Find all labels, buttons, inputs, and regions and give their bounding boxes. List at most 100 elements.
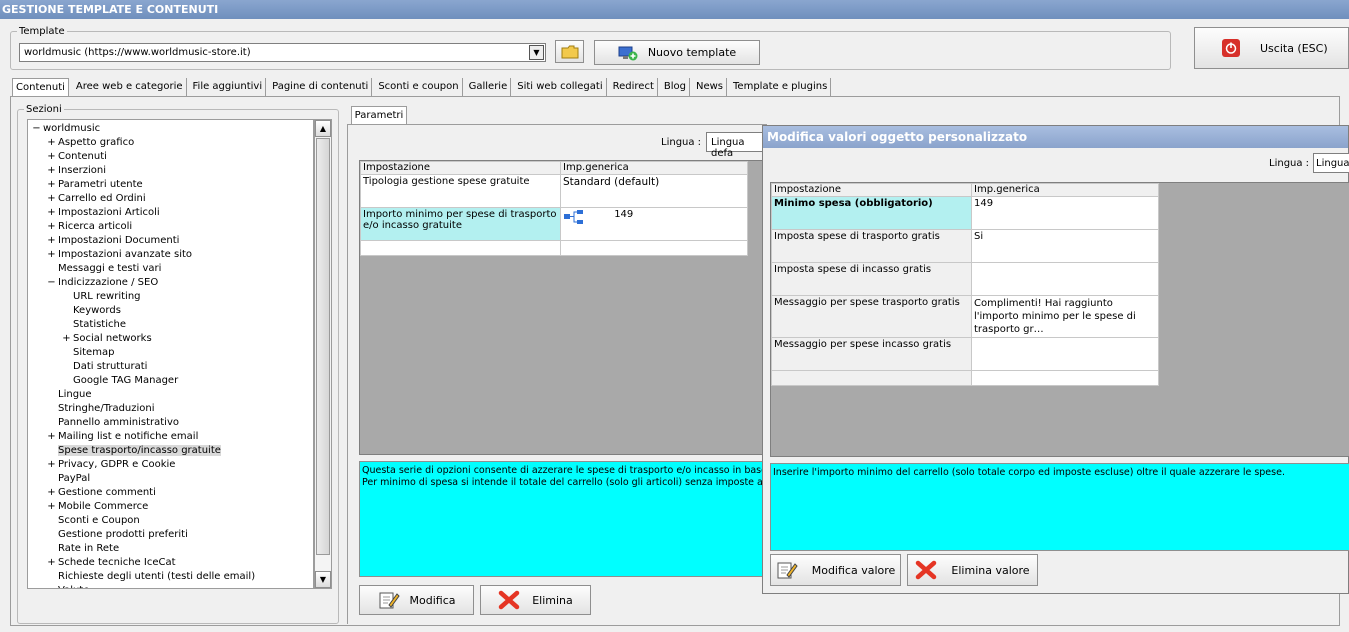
tree-item[interactable]: Sitemap — [62, 346, 114, 360]
tab-redirect[interactable]: Redirect — [610, 78, 658, 97]
tree-item[interactable]: Rate in Rete — [47, 542, 119, 556]
tree-item[interactable]: Messaggi e testi vari — [47, 262, 161, 276]
new-template-button[interactable]: Nuovo template — [594, 40, 760, 65]
tree-item[interactable]: + Parametri utente — [47, 178, 142, 192]
expand-icon[interactable]: + — [47, 458, 56, 472]
tab-parametri[interactable]: Parametri — [351, 106, 407, 125]
tree-item[interactable]: + Impostazioni Documenti — [47, 234, 179, 248]
table-row[interactable]: Messaggio per spese incasso gratis — [771, 337, 1159, 371]
tab-contenuti[interactable]: Contenuti — [12, 78, 69, 97]
tree-item[interactable]: Spese trasporto/incasso gratuite — [47, 444, 221, 458]
modify-button[interactable]: Modifica — [359, 585, 474, 615]
expand-icon[interactable]: + — [47, 248, 56, 262]
tree-item-label: Gestione prodotti preferiti — [58, 529, 188, 540]
table-row[interactable]: Importo minimo per spese di trasporto e/… — [360, 207, 748, 241]
table-row[interactable] — [771, 370, 1159, 386]
tree-item[interactable]: Richieste degli utenti (testi delle emai… — [47, 570, 255, 584]
expand-icon[interactable]: + — [47, 178, 56, 192]
expand-icon[interactable]: + — [47, 234, 56, 248]
sections-tree[interactable]: − worldmusic + Aspetto grafico + Contenuti + In… — [27, 119, 314, 589]
tree-item[interactable]: + Mailing list e notifiche email — [47, 430, 198, 444]
tab-news[interactable]: News — [693, 78, 728, 97]
tree-item[interactable]: Dati strutturati — [62, 360, 147, 374]
tree-item[interactable]: Gestione prodotti preferiti — [47, 528, 188, 542]
table-row[interactable] — [360, 240, 748, 256]
expand-icon[interactable]: + — [47, 220, 56, 234]
tree-item-label: Schede tecniche IceCat — [58, 557, 176, 568]
tree-item[interactable]: − worldmusic — [32, 122, 100, 136]
expand-icon[interactable]: + — [47, 192, 56, 206]
tab-file-aggiuntivi[interactable]: File aggiuntivi — [190, 78, 267, 97]
tree-item[interactable]: + Gestione commenti — [47, 486, 156, 500]
tree-item[interactable]: + Social networks — [62, 332, 151, 346]
expand-icon[interactable]: + — [47, 136, 56, 150]
tree-item[interactable]: + Contenuti — [47, 150, 107, 164]
tree-item[interactable]: URL rewriting — [62, 290, 141, 304]
tree-item-label: Stringhe/Traduzioni — [58, 403, 155, 414]
tree-item[interactable]: + Privacy, GDPR e Cookie — [47, 458, 175, 472]
tree-item[interactable]: Stringhe/Traduzioni — [47, 402, 155, 416]
table-row[interactable]: Imposta spese di incasso gratis — [771, 262, 1159, 296]
collapse-icon[interactable]: − — [32, 122, 41, 136]
expand-icon[interactable]: + — [47, 500, 56, 514]
row-value: Si — [971, 229, 1159, 263]
tree-item[interactable]: − Indicizzazione / SEO — [47, 276, 158, 290]
tree-item[interactable]: Sconti e Coupon — [47, 514, 140, 528]
tab-aree-web[interactable]: Aree web e categorie — [73, 78, 187, 97]
expand-icon[interactable]: + — [47, 150, 56, 164]
row-setting: Messaggio per spese incasso gratis — [771, 337, 972, 371]
tree-item-label: Mobile Commerce — [58, 501, 149, 512]
tab-gallerie[interactable]: Gallerie — [466, 78, 512, 97]
tree-item[interactable]: + Schede tecniche IceCat — [47, 556, 176, 570]
params-description-line: Per minimo di spesa si intende il totale… — [362, 477, 764, 488]
dialog-lingua-select[interactable]: Lingua — [1313, 153, 1349, 173]
expand-icon[interactable]: + — [47, 486, 56, 500]
row-value: 149 — [971, 196, 1159, 230]
tree-item[interactable]: + Inserzioni — [47, 164, 106, 178]
template-select[interactable]: worldmusic (https://www.worldmusic-store… — [19, 43, 546, 62]
tab-siti-collegati[interactable]: Siti web collegati — [514, 78, 607, 97]
tree-item[interactable]: + Impostazioni Articoli — [47, 206, 159, 220]
tree-item[interactable]: Keywords — [62, 304, 121, 318]
exit-button[interactable]: Uscita (ESC) — [1194, 27, 1349, 69]
tree-item[interactable]: + Carrello ed Ordini — [47, 192, 145, 206]
tree-item[interactable]: Statistiche — [62, 318, 126, 332]
expand-icon[interactable]: + — [62, 332, 71, 346]
expand-icon[interactable]: + — [47, 164, 56, 178]
tree-item[interactable]: PayPal — [47, 472, 90, 486]
tree-item[interactable]: + Impostazioni avanzate sito — [47, 248, 192, 262]
tab-pagine-contenuti[interactable]: Pagine di contenuti — [269, 78, 373, 97]
tree-item[interactable]: + Mobile Commerce — [47, 500, 148, 514]
tree-item[interactable]: Lingue — [47, 388, 92, 402]
scroll-up-icon[interactable]: ▲ — [315, 120, 331, 137]
delete-value-button[interactable]: Elimina valore — [907, 554, 1038, 586]
tab-template-plugins[interactable]: Template e plugins — [730, 78, 832, 97]
tab-sconti-coupon[interactable]: Sconti e coupon — [375, 78, 463, 97]
params-lingua-value: Lingua defa — [711, 137, 745, 159]
table-row[interactable]: Tipologia gestione spese gratuite Standa… — [360, 174, 748, 208]
open-folder-button[interactable] — [555, 40, 584, 63]
params-lingua-select[interactable]: Lingua defa — [706, 132, 766, 159]
tree-item-label: Contenuti — [58, 151, 107, 162]
tree-item[interactable]: Valute — [47, 584, 89, 588]
scroll-thumb[interactable] — [316, 138, 330, 555]
table-row[interactable]: Messaggio per spese trasporto gratis Com… — [771, 295, 1159, 338]
tab-blog[interactable]: Blog — [661, 78, 690, 97]
expand-icon[interactable]: + — [47, 430, 56, 444]
modify-value-button[interactable]: Modifica valore — [770, 554, 901, 586]
tree-item[interactable]: Google TAG Manager — [62, 374, 178, 388]
dropdown-arrow-icon[interactable]: ▼ — [529, 45, 544, 60]
tree-item[interactable]: + Ricerca articoli — [47, 220, 132, 234]
collapse-icon[interactable]: − — [47, 276, 56, 290]
delete-button[interactable]: Elimina — [480, 585, 591, 615]
expand-icon[interactable]: + — [47, 556, 56, 570]
tree-item-label: Aspetto grafico — [58, 137, 135, 148]
tree-scrollbar[interactable]: ▲ ▼ — [314, 119, 332, 589]
table-row[interactable]: Imposta spese di trasporto gratis Si — [771, 229, 1159, 263]
tree-item[interactable]: Pannello amministrativo — [47, 416, 179, 430]
table-row[interactable]: Minimo spesa (obbligatorio) 149 — [771, 196, 1159, 230]
params-description-line: Questa serie di opzioni consente di azze… — [362, 465, 764, 476]
expand-icon[interactable]: + — [47, 206, 56, 220]
scroll-down-icon[interactable]: ▼ — [315, 571, 331, 588]
tree-item[interactable]: + Aspetto grafico — [47, 136, 134, 150]
